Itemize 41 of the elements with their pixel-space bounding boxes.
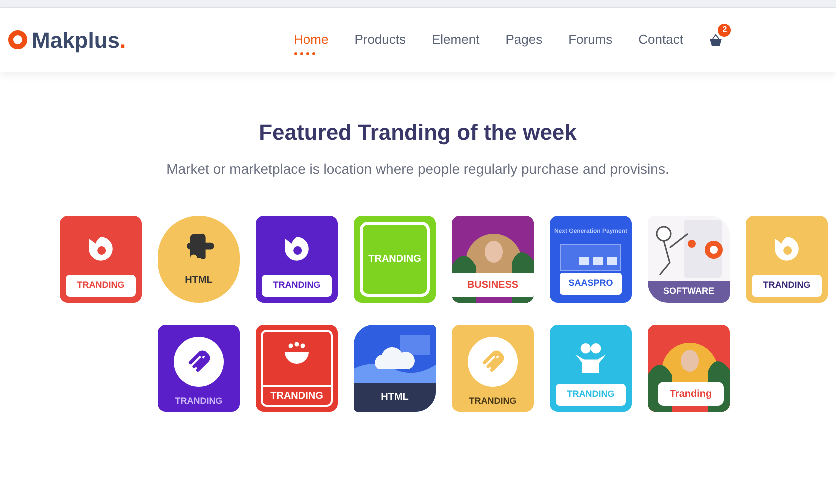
product-tile[interactable]: TRANDING (256, 325, 338, 412)
tile-label: TRANDING (273, 279, 321, 292)
tile-label: Tranding (670, 388, 712, 402)
cart-button[interactable]: 2 (709, 24, 732, 46)
product-tile[interactable]: TRANDING (746, 216, 828, 303)
tile-label: TRANDING (469, 394, 517, 408)
tile-label: TRANDING (567, 388, 615, 402)
product-tile[interactable]: TRANDING (60, 216, 142, 303)
nav-link[interactable]: Products (354, 30, 406, 50)
logo[interactable]: Makplus. (8, 24, 294, 56)
section-heading: Featured Tranding of the week (259, 119, 577, 147)
dots-indicator-icon (294, 52, 316, 56)
cart-count-badge: 2 (718, 24, 732, 36)
nav-link[interactable]: Home (294, 30, 329, 50)
product-tile[interactable]: TRANDING (452, 325, 534, 412)
product-tile[interactable]: TRANDING (158, 325, 240, 412)
tile-label: TRANDING (270, 390, 324, 404)
tile-label: BUSINESS (467, 278, 519, 292)
product-tile[interactable]: Tranding (648, 325, 730, 412)
basket-icon (709, 34, 724, 46)
swirl-logo-icon (174, 336, 224, 387)
ring-icon (8, 30, 28, 50)
tile-label: SOFTWARE (664, 285, 714, 298)
product-tile[interactable]: HTML (354, 325, 436, 412)
tile-label: TRANDING (77, 279, 125, 292)
tile-label: HTML (381, 391, 409, 405)
product-tile[interactable]: HTML (158, 216, 240, 303)
tile-label: TRANDING (368, 253, 422, 267)
section-subheading: Market or marketplace is location where people regularly purchase and provisins. (166, 160, 670, 179)
tile-label: TRANDING (175, 394, 223, 408)
people-icon (574, 340, 608, 374)
nav-link[interactable]: Contact (638, 30, 684, 50)
tile-label: TRANDING (763, 279, 811, 292)
nav-link[interactable]: Pages (506, 30, 543, 50)
tile-label: HTML (185, 274, 213, 288)
swirl-logo-icon (468, 336, 518, 387)
nav-link[interactable]: Element (432, 30, 480, 50)
product-tile[interactable]: BUSINESS (452, 216, 534, 303)
product-tile[interactable]: TRANDING (256, 216, 338, 303)
nav-link[interactable]: Forums (568, 30, 613, 50)
tile-label: SAASPRO (568, 277, 614, 290)
